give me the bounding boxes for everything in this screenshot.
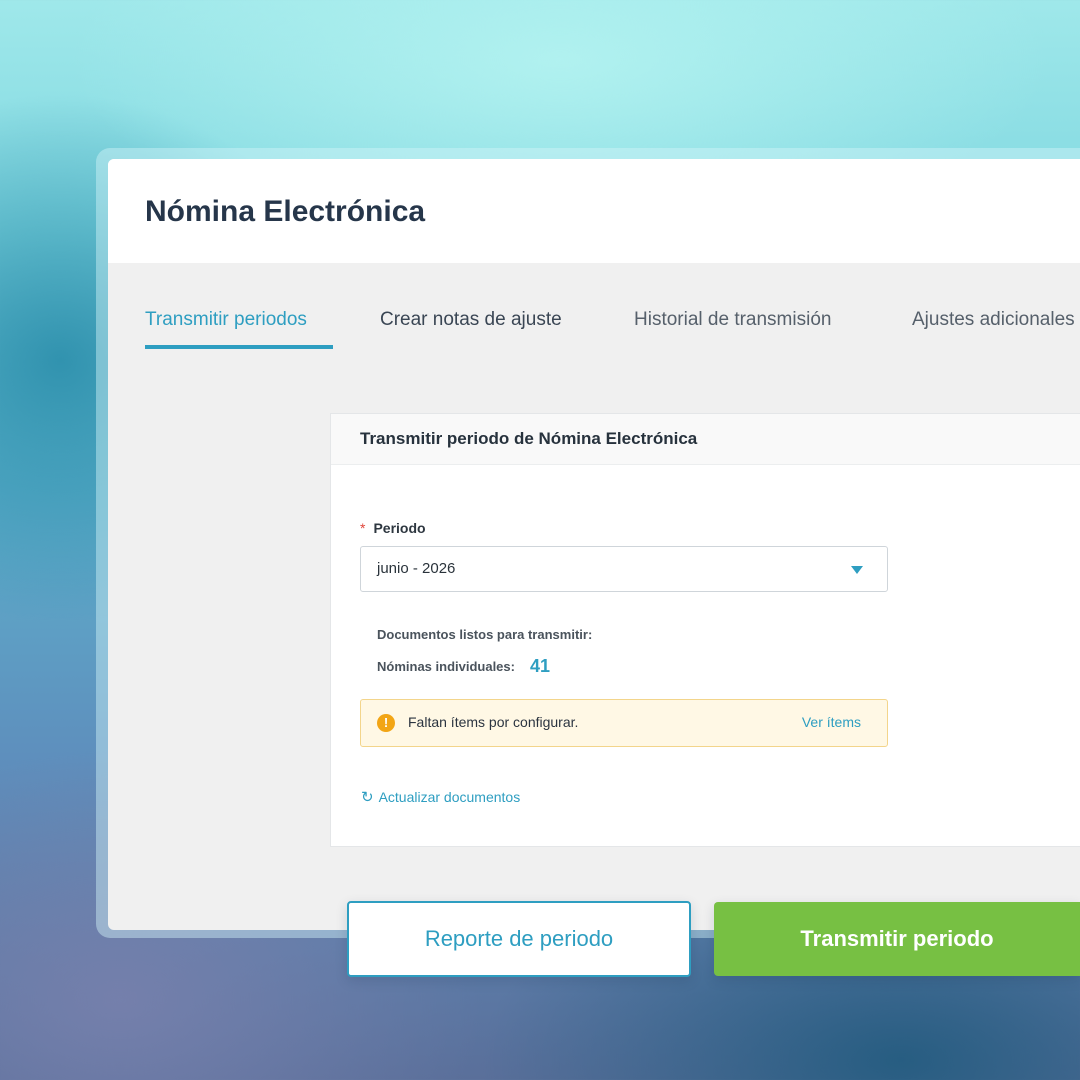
view-items-link[interactable]: Ver ítems [802, 714, 861, 730]
report-period-button[interactable]: Reporte de periodo [347, 901, 691, 977]
refresh-documents-label: Actualizar documentos [378, 789, 521, 805]
card-title: Transmitir periodo de Nómina Electrónica [360, 429, 698, 448]
transmit-period-button[interactable]: Transmitir periodo [714, 902, 1080, 976]
documents-ready-label: Documentos listos para transmitir: [377, 627, 593, 642]
refresh-documents-link[interactable]: ↻ Actualizar documentos [361, 788, 520, 806]
warning-alert: ! Faltan ítems por configurar. Ver ítems [360, 699, 888, 747]
warning-icon: ! [377, 714, 395, 732]
tab-historial-de-transmision[interactable]: Historial de transmisión [634, 309, 831, 349]
period-select-value: junio - 2026 [377, 560, 456, 577]
tab-ajustes-adicionales[interactable]: Ajustes adicionales [912, 309, 1075, 349]
individual-payrolls-count: 41 [529, 656, 551, 676]
individual-payrolls-label: Nóminas individuales: [377, 659, 515, 674]
refresh-icon: ↻ [361, 789, 374, 806]
tab-bar: Transmitir periodos Crear notas de ajust… [108, 309, 1080, 355]
required-mark: * [360, 520, 366, 536]
tab-crear-notas-de-ajuste[interactable]: Crear notas de ajuste [380, 309, 562, 349]
period-label-text: Periodo [373, 520, 426, 536]
individual-payrolls-row: Nóminas individuales: 41 [377, 656, 550, 677]
tab-transmitir-periodos[interactable]: Transmitir periodos [145, 309, 333, 349]
period-select[interactable]: junio - 2026 [360, 546, 888, 592]
transmit-period-card: Transmitir periodo de Nómina Electrónica… [330, 413, 1080, 847]
app-header: Nómina Electrónica [108, 159, 1080, 263]
period-field-label: * Periodo [360, 520, 426, 536]
app-window: Nómina Electrónica Transmitir periodos C… [108, 159, 1080, 930]
card-header: Transmitir periodo de Nómina Electrónica [331, 414, 1080, 465]
alert-message: Faltan ítems por configurar. [408, 714, 579, 730]
chevron-down-icon [851, 566, 863, 574]
page-title: Nómina Electrónica [145, 195, 426, 228]
